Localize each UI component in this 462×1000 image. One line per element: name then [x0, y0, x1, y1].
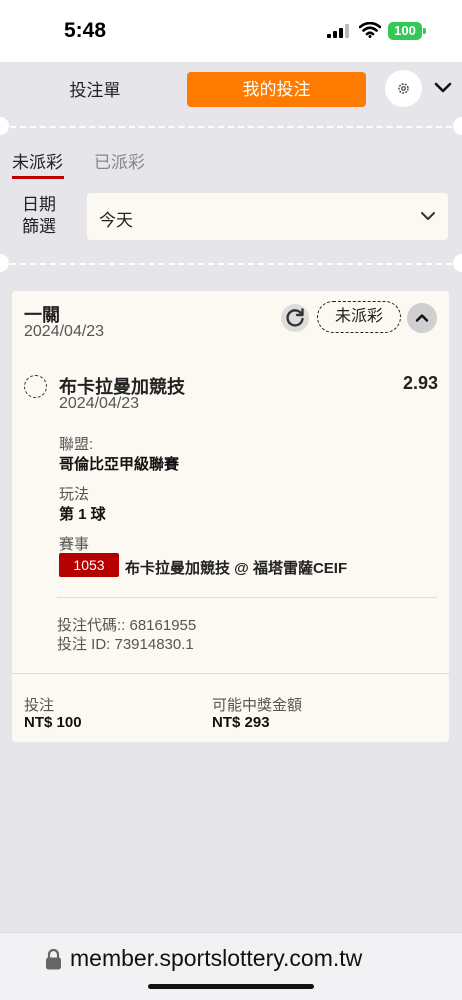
chevron-down-icon — [421, 212, 435, 220]
bet-id: 投注 ID: 73914830.1 — [57, 636, 194, 653]
date-filter-label: 日期篩選 — [22, 195, 56, 236]
bet-card: 一關 2024/04/23 未派彩 布卡拉曼加競技 2.93 2024/04/2… — [12, 291, 449, 742]
bet-status-badge: 未派彩 — [317, 301, 401, 333]
home-indicator[interactable] — [148, 984, 314, 989]
perforation-divider — [10, 126, 452, 128]
date-filter-select[interactable]: 今天 — [87, 193, 448, 240]
panel-tab-bar: 投注單 我的投注 — [0, 62, 462, 118]
market-label: 玩法 — [59, 486, 90, 503]
date-filter-value: 今天 — [99, 211, 133, 230]
event-name: 布卡拉曼加競技 @ 福塔雷薩CEIF — [125, 560, 348, 577]
selection-status-icon — [24, 375, 47, 398]
collapse-button[interactable] — [407, 303, 437, 333]
ticket-notch — [453, 254, 462, 272]
selection-date: 2024/04/23 — [59, 395, 140, 412]
tab-unsettled[interactable]: 未派彩 — [12, 148, 63, 173]
bet-date: 2024/04/23 — [24, 323, 105, 340]
cellular-signal-icon — [327, 24, 349, 38]
status-bar: 5:48 100 — [0, 0, 462, 62]
refresh-icon — [286, 308, 304, 327]
url-text: member.sportslottery.com.tw — [70, 945, 363, 971]
league-label: 聯盟: — [59, 436, 94, 453]
market-value: 第 1 球 — [59, 506, 106, 523]
lock-icon — [46, 948, 61, 970]
refresh-button[interactable] — [281, 304, 309, 332]
ticket-notch — [0, 117, 9, 135]
wifi-icon — [359, 22, 381, 38]
payout-label: 可能中獎金額 — [212, 697, 303, 714]
bet-panel: 投注單 我的投注 未派彩 已派彩 日期篩選 今天 — [0, 62, 462, 273]
event-label: 賽事 — [59, 536, 90, 553]
active-tab-underline — [12, 176, 64, 179]
browser-url-bar[interactable]: member.sportslottery.com.tw — [0, 932, 462, 1000]
divider — [12, 673, 449, 674]
selection-odds: 2.93 — [402, 373, 438, 393]
event-id-badge: 1053 — [59, 553, 119, 577]
status-time: 5:48 — [64, 19, 107, 42]
chevron-down-icon[interactable] — [434, 82, 452, 94]
gear-icon — [398, 83, 409, 94]
league-value: 哥倫比亞甲級聯賽 — [59, 456, 180, 473]
settings-button[interactable] — [385, 70, 422, 107]
stake-value: NT$ 100 — [24, 714, 82, 731]
ticket-notch — [0, 254, 9, 272]
tab-bet-slip[interactable]: 投注單 — [0, 76, 190, 101]
battery-indicator: 100 — [388, 22, 426, 40]
perforation-divider — [10, 263, 452, 265]
tab-my-bets[interactable]: 我的投注 — [187, 72, 366, 107]
bet-code: 投注代碼:: 68161955 — [57, 617, 197, 634]
ticket-notch — [453, 117, 462, 135]
payout-value: NT$ 293 — [212, 714, 270, 731]
stake-label: 投注 — [24, 697, 55, 714]
tab-settled[interactable]: 已派彩 — [94, 148, 145, 173]
chevron-up-icon — [415, 314, 429, 322]
divider — [57, 597, 437, 598]
